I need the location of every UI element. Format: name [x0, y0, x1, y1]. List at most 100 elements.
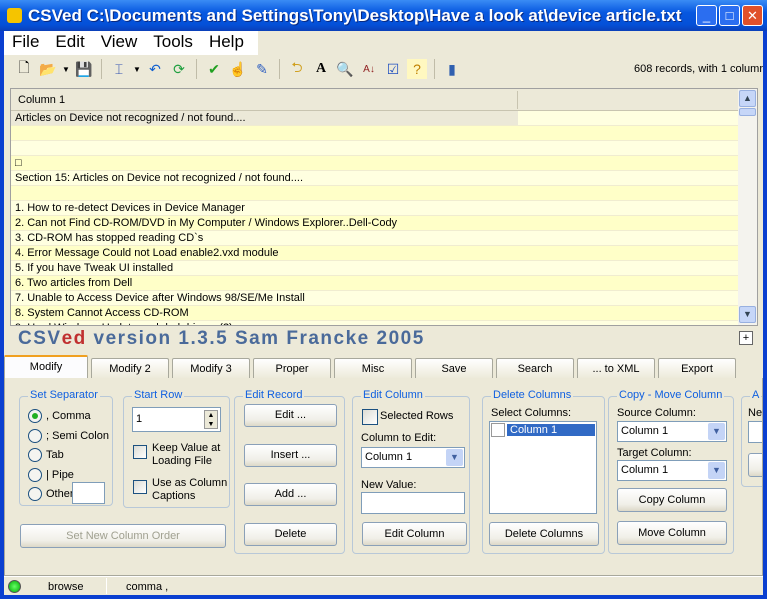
selected-rows-checkbox[interactable] — [362, 409, 378, 425]
tab-misc[interactable]: Misc — [334, 358, 412, 379]
vertical-scrollbar[interactable]: ▲ ▼ — [738, 89, 757, 325]
minimize-button[interactable]: _ — [696, 5, 717, 26]
refresh-icon[interactable]: ⟳ — [169, 59, 189, 79]
tab-proper[interactable]: Proper — [253, 358, 331, 379]
tab-export[interactable]: Export — [658, 358, 736, 379]
table-cell[interactable]: 5. If you have Tweak UI installed — [11, 261, 518, 275]
table-row[interactable]: Articles on Device not recognized / not … — [11, 111, 738, 126]
table-row[interactable] — [11, 141, 738, 156]
columns-listbox[interactable]: Column 1 — [489, 421, 597, 514]
sort-az-icon[interactable]: A↓ — [359, 59, 379, 79]
table-row[interactable]: 7. Unable to Access Device after Windows… — [11, 291, 738, 306]
delete-record-button[interactable]: Delete — [244, 523, 337, 546]
dropdown-arrow-icon[interactable]: ▼ — [133, 59, 141, 79]
table-cell[interactable]: 3. CD-ROM has stopped reading CD`s — [11, 231, 518, 245]
data-grid[interactable]: Column 1 Articles on Device not recogniz… — [10, 88, 758, 326]
new-column-input[interactable] — [748, 421, 762, 443]
check-icon[interactable]: ✔ — [204, 59, 224, 79]
table-cell[interactable]: 4. Error Message Could not Load enable2.… — [11, 246, 518, 260]
start-row-spinner[interactable]: 1 ▲ ▼ — [132, 407, 221, 432]
expand-button[interactable]: + — [739, 331, 753, 345]
checklist-icon[interactable]: ☑ — [383, 59, 403, 79]
table-cell[interactable] — [11, 141, 518, 155]
maximize-button[interactable]: □ — [719, 5, 740, 26]
tab-modify-3[interactable]: Modify 3 — [172, 358, 250, 379]
table-row[interactable]: 5. If you have Tweak UI installed — [11, 261, 738, 276]
tab-modify[interactable]: Modify — [4, 355, 88, 379]
search-icon[interactable]: 🔍 — [335, 59, 355, 79]
font-icon[interactable]: A — [311, 59, 331, 79]
column-checkbox[interactable] — [491, 423, 505, 437]
tab-search-replace[interactable]: Search Replace — [496, 358, 574, 395]
table-row[interactable]: 8. System Cannot Access CD-ROM — [11, 306, 738, 321]
tab-modify-2[interactable]: Modify 2 — [91, 358, 169, 379]
table-cell[interactable]: 2. Can not Find CD-ROM/DVD in My Compute… — [11, 216, 518, 230]
split-icon[interactable]: ⌶ — [109, 59, 129, 79]
open-folder-icon[interactable]: 📂 — [38, 59, 58, 79]
separator-radio[interactable] — [28, 487, 42, 501]
copy-column-button[interactable]: Copy Column — [617, 488, 727, 512]
exit-icon[interactable]: ▮ — [442, 59, 462, 79]
table-cell[interactable]: □ — [11, 156, 518, 170]
new-file-icon[interactable]: 🗋 — [14, 59, 34, 79]
table-row[interactable]: Section 15: Articles on Device not recog… — [11, 171, 738, 186]
list-item[interactable]: Column 1 — [491, 423, 595, 437]
target-column-select[interactable]: Column 1 ▼ — [617, 460, 727, 481]
scroll-thumb[interactable] — [739, 108, 756, 116]
use-captions-checkbox[interactable] — [133, 480, 147, 494]
tab-save[interactable]: Save — [415, 358, 493, 379]
close-button[interactable]: ✕ — [742, 5, 763, 26]
separator-radio[interactable] — [28, 467, 42, 482]
insert-record-button[interactable]: Insert ... — [244, 444, 337, 467]
tab-to-xml[interactable]: ... to XML — [577, 358, 655, 379]
table-row[interactable]: □ — [11, 156, 738, 171]
menu-help[interactable]: Help — [201, 31, 252, 55]
spinner-arrows[interactable]: ▲ ▼ — [204, 410, 218, 429]
table-cell[interactable]: 7. Unable to Access Device after Windows… — [11, 291, 518, 305]
table-cell[interactable] — [11, 186, 518, 200]
table-row[interactable]: 4. Error Message Could not Load enable2.… — [11, 246, 738, 261]
delete-columns-button[interactable]: Delete Columns — [489, 522, 599, 546]
table-cell[interactable]: Articles on Device not recognized / not … — [11, 111, 518, 125]
menu-view[interactable]: View — [93, 31, 146, 55]
move-column-button[interactable]: Move Column — [617, 521, 727, 545]
separator-radio[interactable] — [28, 409, 42, 423]
save-icon[interactable]: 💾 — [74, 59, 94, 79]
tab-bar: Modify Modify 2 Modify 3 Proper Misc Save Sear… — [4, 355, 739, 395]
separator-radio[interactable] — [28, 428, 42, 443]
table-cell[interactable]: Section 15: Articles on Device not recog… — [11, 171, 518, 185]
source-column-select[interactable]: Column 1 ▼ — [617, 421, 727, 442]
dropdown-arrow-icon[interactable]: ▼ — [62, 59, 70, 79]
menu-tools[interactable]: Tools — [145, 31, 201, 55]
table-cell[interactable]: 8. System Cannot Access CD-ROM — [11, 306, 518, 320]
table-row[interactable]: 6. Two articles from Dell — [11, 276, 738, 291]
table-cell[interactable]: 1. How to re-detect Devices in Device Ma… — [11, 201, 518, 215]
set-column-order-button[interactable]: Set New Column Order — [20, 524, 226, 548]
table-cell[interactable]: 6. Two articles from Dell — [11, 276, 518, 290]
edit-record-button[interactable]: Edit ... — [244, 404, 337, 427]
menu-edit[interactable]: Edit — [47, 31, 92, 55]
menu-file[interactable]: File — [4, 31, 47, 55]
undo-icon[interactable]: ↶ — [145, 59, 165, 79]
scroll-up-button[interactable]: ▲ — [739, 90, 756, 107]
folder-up-icon[interactable]: ⮌ — [287, 59, 307, 79]
separator-radio[interactable] — [28, 448, 42, 462]
help-icon[interactable]: ? — [407, 59, 427, 79]
keep-value-checkbox[interactable] — [133, 445, 147, 459]
column-header[interactable]: Column 1 — [11, 89, 738, 111]
other-separator-input[interactable] — [72, 482, 105, 504]
hand-icon[interactable]: ☝ — [228, 59, 248, 79]
new-value-input[interactable] — [361, 492, 465, 514]
add-column-button[interactable] — [748, 453, 762, 477]
table-row[interactable]: 2. Can not Find CD-ROM/DVD in My Compute… — [11, 216, 738, 231]
table-row[interactable]: 1. How to re-detect Devices in Device Ma… — [11, 201, 738, 216]
edit-pencil-icon[interactable]: ✎ — [252, 59, 272, 79]
column-to-edit-select[interactable]: Column 1 ▼ — [361, 447, 465, 468]
add-record-button[interactable]: Add ... — [244, 483, 337, 506]
table-row[interactable] — [11, 126, 738, 141]
table-cell[interactable] — [11, 126, 518, 140]
scroll-down-button[interactable]: ▼ — [739, 306, 756, 323]
table-row[interactable] — [11, 186, 738, 201]
table-row[interactable]: 3. CD-ROM has stopped reading CD`s — [11, 231, 738, 246]
edit-column-button[interactable]: Edit Column — [362, 522, 467, 546]
